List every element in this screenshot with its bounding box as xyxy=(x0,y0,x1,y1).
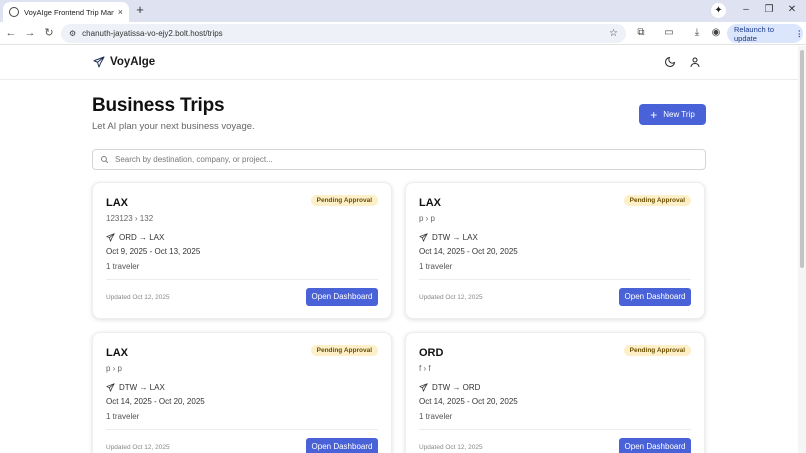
bookmark-star-icon[interactable]: ☆ xyxy=(609,28,618,39)
tab-title: VoyAIge Frontend Trip Manage xyxy=(24,7,114,17)
trip-route: DTW → ORD xyxy=(419,383,480,392)
updated-date: Updated Oct 12, 2025 xyxy=(106,444,170,451)
new-tab-button[interactable]: + xyxy=(133,3,147,17)
trip-card[interactable]: ORD f › f Pending Approval DTW → ORD Oct… xyxy=(405,332,705,453)
traveler-count: 1 traveler xyxy=(106,412,140,421)
trip-destination: LAX xyxy=(419,197,441,209)
trip-dates: Oct 9, 2025 - Oct 13, 2025 xyxy=(106,247,201,256)
trip-company-project: 123123 › 132 xyxy=(106,214,154,223)
sparkle-icon[interactable]: ✦ xyxy=(711,3,726,18)
plane-icon xyxy=(106,383,115,392)
scrollbar-thumb[interactable] xyxy=(800,50,804,268)
forward-arrow-icon[interactable]: → xyxy=(23,26,37,40)
page-content: VoyAIge Business Trips Let AI plan your … xyxy=(0,46,798,453)
status-badge: Pending Approval xyxy=(623,345,691,356)
open-dashboard-button[interactable]: Open Dashboard xyxy=(306,438,378,453)
address-bar[interactable]: ⚙ chanuth-jayatissa-vo-ejy2.bolt.host/tr… xyxy=(61,24,626,43)
user-icon[interactable] xyxy=(689,56,701,68)
traveler-count: 1 traveler xyxy=(419,412,453,421)
trip-dates: Oct 14, 2025 - Oct 20, 2025 xyxy=(419,397,518,406)
page-subtitle: Let AI plan your next business voyage. xyxy=(92,121,255,132)
card-divider xyxy=(419,429,691,430)
trip-company-project: f › f xyxy=(419,364,431,373)
card-divider xyxy=(106,279,378,280)
route-label: DTW → ORD xyxy=(432,383,481,392)
globe-icon xyxy=(9,7,19,17)
app-header: VoyAIge xyxy=(0,46,798,80)
trip-company-project: p › p xyxy=(106,364,123,373)
search-icon xyxy=(101,156,108,163)
page-title: Business Trips xyxy=(92,95,225,116)
more-menu-icon[interactable]: ⋮ xyxy=(796,29,804,38)
relaunch-label: Relaunch to update xyxy=(734,24,775,43)
trip-route: DTW → LAX xyxy=(106,383,165,392)
plane-icon xyxy=(93,56,105,68)
moon-icon[interactable] xyxy=(664,56,676,68)
restore-button[interactable]: ❐ xyxy=(762,3,776,17)
minimize-button[interactable]: – xyxy=(739,3,753,17)
route-label: DTW → LAX xyxy=(432,233,478,242)
card-divider xyxy=(106,429,378,430)
relaunch-button[interactable]: Relaunch to update ⋮ xyxy=(727,24,803,43)
site-info-icon[interactable]: ⚙ xyxy=(69,29,76,38)
route-label: DTW → LAX xyxy=(119,383,165,392)
browser-tab[interactable]: VoyAIge Frontend Trip Manage × xyxy=(3,2,129,22)
plane-icon xyxy=(106,233,115,242)
close-tab-icon[interactable]: × xyxy=(118,7,123,17)
back-arrow-icon[interactable]: ← xyxy=(4,26,18,40)
trip-dates: Oct 14, 2025 - Oct 20, 2025 xyxy=(106,397,205,406)
new-trip-button[interactable]: + New Trip xyxy=(639,104,706,125)
trip-destination: LAX xyxy=(106,347,128,359)
reload-icon[interactable]: ↻ xyxy=(42,26,56,40)
brand-name: VoyAIge xyxy=(110,56,156,68)
status-badge: Pending Approval xyxy=(310,195,378,206)
traveler-count: 1 traveler xyxy=(106,262,140,271)
cast-icon[interactable]: ▭ xyxy=(662,26,676,40)
route-label: ORD → LAX xyxy=(119,233,165,242)
close-window-button[interactable]: ✕ xyxy=(785,3,799,17)
trip-route: DTW → LAX xyxy=(419,233,478,242)
url-text: chanuth-jayatissa-vo-ejy2.bolt.host/trip… xyxy=(82,29,223,38)
trip-destination: LAX xyxy=(106,197,128,209)
profile-avatar-icon[interactable]: ◉ xyxy=(709,26,723,40)
browser-tab-strip: VoyAIge Frontend Trip Manage × + ✦ – ❐ ✕ xyxy=(0,0,806,22)
updated-date: Updated Oct 12, 2025 xyxy=(106,294,170,301)
trip-card[interactable]: LAX p › p Pending Approval DTW → LAX Oct… xyxy=(405,182,705,319)
trip-card[interactable]: LAX p › p Pending Approval DTW → LAX Oct… xyxy=(92,332,392,453)
status-badge: Pending Approval xyxy=(310,345,378,356)
brand[interactable]: VoyAIge xyxy=(93,56,155,68)
trip-card[interactable]: LAX 123123 › 132 Pending Approval ORD → … xyxy=(92,182,392,319)
page-scrollbar[interactable] xyxy=(798,46,806,453)
download-icon[interactable]: ⤓ xyxy=(690,26,704,40)
open-dashboard-button[interactable]: Open Dashboard xyxy=(619,288,691,306)
search-input[interactable] xyxy=(115,155,705,164)
trip-destination: ORD xyxy=(419,347,444,359)
trip-route: ORD → LAX xyxy=(106,233,164,242)
browser-toolbar: ← → ↻ ⚙ chanuth-jayatissa-vo-ejy2.bolt.h… xyxy=(0,22,806,45)
plus-icon: + xyxy=(650,107,658,122)
updated-date: Updated Oct 12, 2025 xyxy=(419,294,483,301)
traveler-count: 1 traveler xyxy=(419,262,453,271)
trip-company-project: p › p xyxy=(419,214,436,223)
plane-icon xyxy=(419,233,428,242)
plane-icon xyxy=(419,383,428,392)
extensions-icon[interactable]: ⧉ xyxy=(634,26,648,40)
status-badge: Pending Approval xyxy=(623,195,691,206)
card-divider xyxy=(419,279,691,280)
trip-dates: Oct 14, 2025 - Oct 20, 2025 xyxy=(419,247,518,256)
open-dashboard-button[interactable]: Open Dashboard xyxy=(306,288,378,306)
new-trip-label: New Trip xyxy=(663,110,695,119)
open-dashboard-button[interactable]: Open Dashboard xyxy=(619,438,691,453)
search-bar[interactable] xyxy=(92,149,706,170)
updated-date: Updated Oct 12, 2025 xyxy=(419,444,483,451)
